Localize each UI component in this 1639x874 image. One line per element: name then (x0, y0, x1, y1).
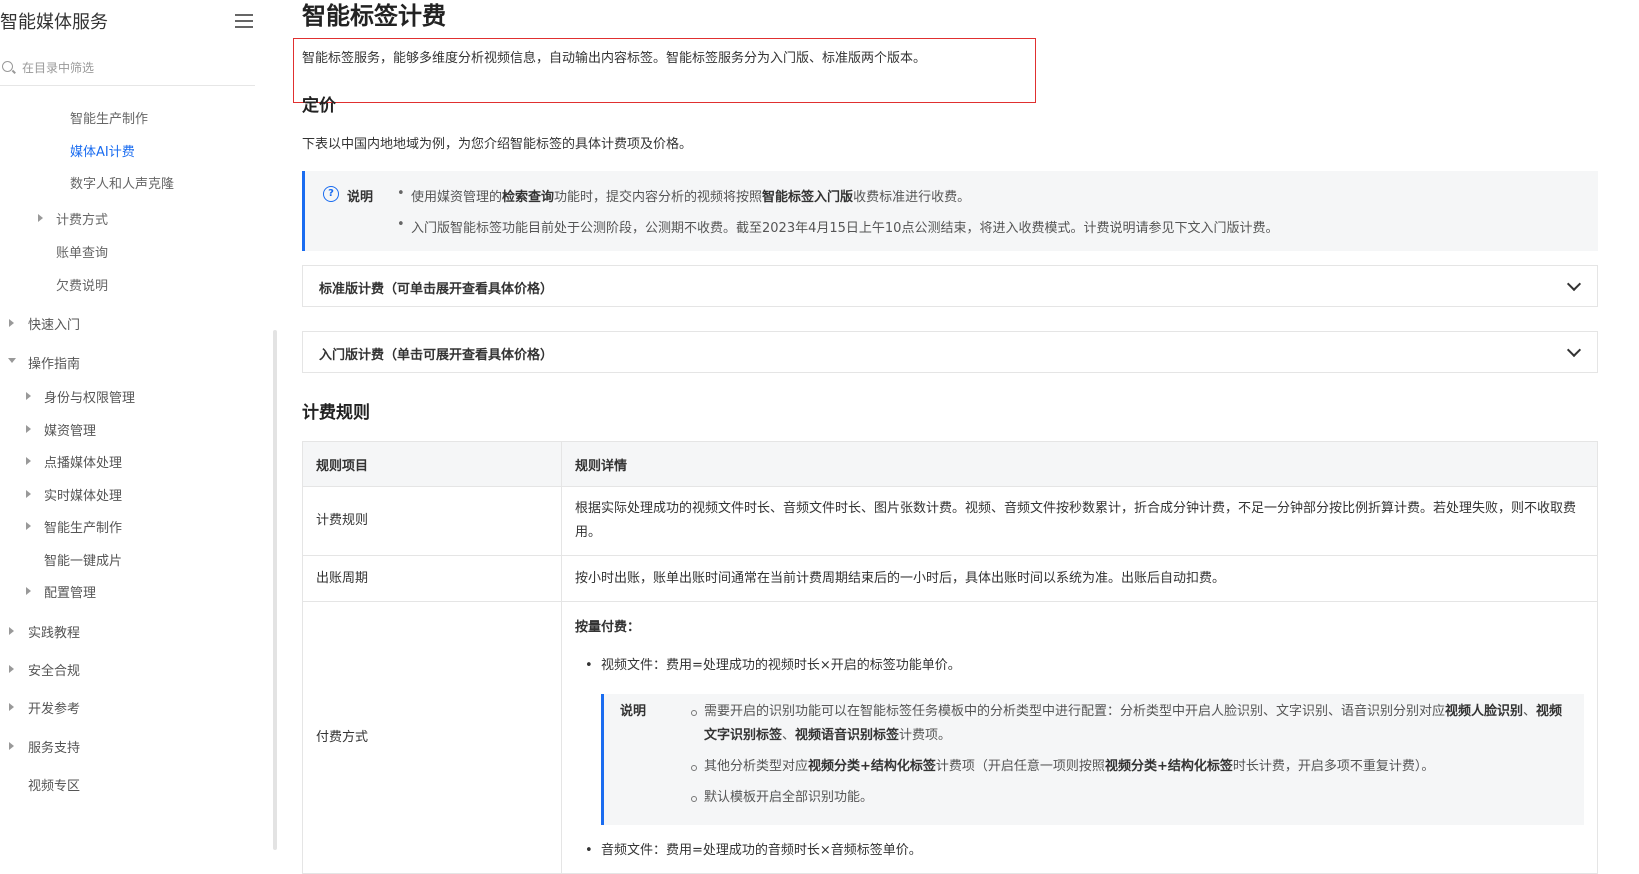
menu-icon[interactable] (235, 14, 253, 28)
sidebar-title: 智能媒体服务 (0, 12, 108, 33)
sidebar-item-vod-processing[interactable]: 点播媒体处理 (44, 452, 122, 471)
list-item: 其他分析类型对应视频分类+结构化标签计费项（开启任意一项则按照视频分类+结构化标… (691, 755, 1568, 779)
table-row: 付费方式 按量付费： 视频文件：费用=处理成功的视频时长×开启的标签功能单价。 … (302, 601, 1598, 874)
accordion-title: 入门版计费（单击可展开查看具体价格） (319, 348, 554, 363)
table-row: 出账周期 按小时出账，账单出账时间通常在当前计费周期结束后的一小时后，具体出账时… (302, 555, 1598, 602)
caret-right-icon (26, 425, 31, 433)
list-item: 音频文件：费用=处理成功的音频时长×音频标签单价。 (575, 839, 1584, 863)
note-item: 使用媒资管理的检索查询功能时，提交内容分析的视频将按照智能标签入门版收费标准进行… (397, 186, 970, 205)
table-cell: 按小时出账，账单出账时间通常在当前计费周期结束后的一小时后，具体出账时间以系统为… (561, 555, 1598, 602)
sidebar-item-digital-human[interactable]: 数字人和人声克隆 (70, 173, 174, 192)
sidebar-item-smart-production[interactable]: 智能生产制作 (70, 108, 148, 127)
list-item: 视频文件：费用=处理成功的视频时长×开启的标签功能单价。 (575, 654, 1584, 678)
sidebar-item-smart-production-2[interactable]: 智能生产制作 (44, 517, 122, 536)
accordion-standard-billing[interactable]: 标准版计费（可单击展开查看具体价格） (302, 265, 1598, 307)
search-icon (2, 61, 13, 72)
sidebar-item-one-click-video[interactable]: 智能一键成片 (44, 550, 122, 569)
note-box: ? 说明 使用媒资管理的检索查询功能时，提交内容分析的视频将按照智能标签入门版收… (302, 171, 1598, 251)
caret-right-icon (9, 627, 14, 635)
sidebar-item-overdue[interactable]: 欠费说明 (56, 275, 108, 294)
sidebar-item-billing-method[interactable]: 计费方式 (56, 209, 108, 228)
table-cell: 计费规则 (302, 486, 562, 556)
sidebar-item-support[interactable]: 服务支持 (28, 737, 80, 756)
sidebar-item-config[interactable]: 配置管理 (44, 582, 96, 601)
sidebar-item-identity[interactable]: 身份与权限管理 (44, 387, 135, 406)
table-cell: 付费方式 (302, 601, 562, 874)
chevron-down-icon (1566, 342, 1582, 358)
inner-note-label: 说明 (620, 704, 647, 719)
sidebar-item-media-assets[interactable]: 媒资管理 (44, 420, 96, 439)
caret-right-icon (38, 214, 43, 222)
sidebar-filter-input[interactable] (22, 57, 242, 79)
table-header-cell: 规则详情 (561, 441, 1598, 487)
table-header-cell: 规则项目 (302, 441, 562, 487)
inner-note-list: 需要开启的识别功能可以在智能标签任务模板中的分析类型中进行配置：分析类型中开启人… (620, 700, 1568, 810)
table-header-row: 规则项目 规则详情 (302, 441, 1598, 487)
caret-right-icon (9, 665, 14, 673)
caret-right-icon (26, 522, 31, 530)
note-item: 入门版智能标签功能目前处于公测阶段，公测期不收费。截至2023年4月15日上午1… (397, 217, 1278, 236)
caret-right-icon (26, 392, 31, 400)
table-cell: 出账周期 (302, 555, 562, 602)
table-row: 计费规则 根据实际处理成功的视频文件时长、音频文件时长、图片张数计费。视频、音频… (302, 486, 1598, 556)
sidebar-item-bill-query[interactable]: 账单查询 (56, 242, 108, 261)
accordion-basic-billing[interactable]: 入门版计费（单击可展开查看具体价格） (302, 331, 1598, 373)
sidebar-item-quick-start[interactable]: 快速入门 (28, 314, 80, 333)
sidebar-scrollbar[interactable] (273, 330, 277, 850)
sidebar-search (0, 55, 255, 86)
table-cell: 按量付费： 视频文件：费用=处理成功的视频时长×开启的标签功能单价。 说明 需要… (561, 601, 1598, 874)
highlight-box (293, 38, 1036, 103)
list-item: 需要开启的识别功能可以在智能标签任务模板中的分析类型中进行配置：分析类型中开启人… (691, 700, 1568, 748)
caret-right-icon (26, 490, 31, 498)
page-title: 智能标签计费 (302, 2, 446, 30)
payment-heading: 按量付费： (575, 620, 641, 635)
pricing-heading: 定价 (302, 96, 336, 116)
sidebar: 智能媒体服务 智能生产制作 媒体AI计费 数字人和人声克隆 计费方式 账单查询 … (0, 0, 266, 850)
billing-rules-table: 规则项目 规则详情 计费规则 根据实际处理成功的视频文件时长、音频文件时长、图片… (302, 441, 1598, 874)
sidebar-item-operation-guide[interactable]: 操作指南 (28, 353, 80, 372)
sidebar-item-dev-reference[interactable]: 开发参考 (28, 698, 80, 717)
pricing-description: 下表以中国内地地域为例，为您介绍智能标签的具体计费项及价格。 (302, 137, 693, 152)
accordion-title: 标准版计费（可单击展开查看具体价格） (319, 282, 554, 297)
inner-note-box: 说明 需要开启的识别功能可以在智能标签任务模板中的分析类型中进行配置：分析类型中… (601, 694, 1584, 825)
caret-right-icon (26, 587, 31, 595)
table-cell: 根据实际处理成功的视频文件时长、音频文件时长、图片张数计费。视频、音频文件按秒数… (561, 486, 1598, 556)
sidebar-item-live-processing[interactable]: 实时媒体处理 (44, 485, 122, 504)
caret-right-icon (9, 703, 14, 711)
note-label: 说明 (347, 190, 374, 205)
sidebar-item-video-zone[interactable]: 视频专区 (28, 775, 80, 794)
sidebar-item-media-ai-billing[interactable]: 媒体AI计费 (70, 141, 135, 160)
caret-right-icon (26, 457, 31, 465)
caret-right-icon (9, 742, 14, 750)
sidebar-item-tutorials[interactable]: 实践教程 (28, 622, 80, 641)
main-content: 智能标签计费 智能标签服务，能够多维度分析视频信息，自动输出内容标签。智能标签服… (293, 0, 1602, 874)
sidebar-header: 智能媒体服务 (0, 4, 255, 34)
sidebar-item-security[interactable]: 安全合规 (28, 660, 80, 679)
caret-right-icon (9, 319, 14, 327)
chevron-down-icon (1566, 276, 1582, 292)
list-item: 默认模板开启全部识别功能。 (691, 786, 1568, 810)
rules-heading: 计费规则 (302, 403, 370, 423)
question-circle-icon: ? (323, 186, 339, 202)
caret-down-icon (8, 358, 16, 363)
